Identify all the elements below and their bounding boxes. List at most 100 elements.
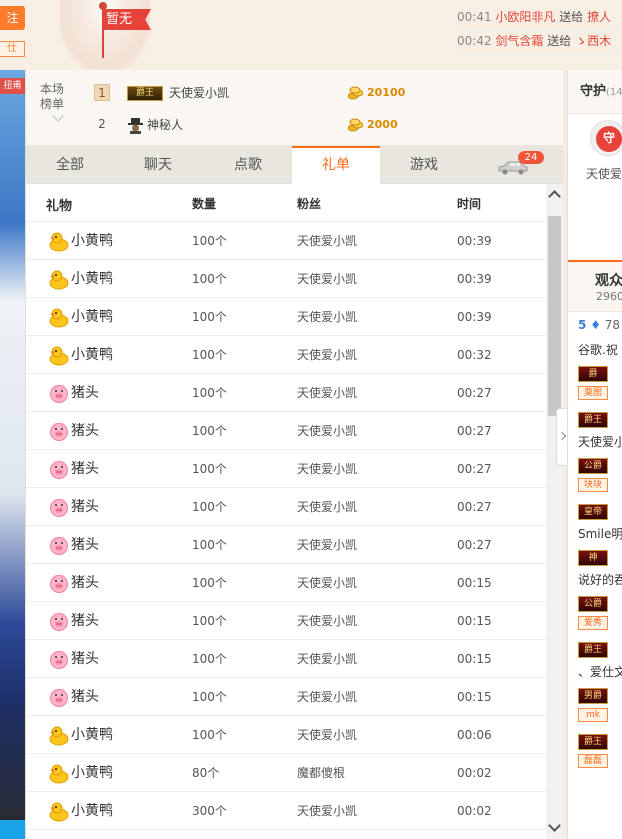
audience-item[interactable]: 5 ♦ 78 谷歌.祝 [578, 314, 622, 360]
gift-time: 00:27 [457, 386, 492, 400]
gift-log-user[interactable]: 小欧阳非凡 [495, 10, 555, 24]
fan-name[interactable]: 天使爱小凯 [297, 260, 357, 298]
diamond-icon: ♦ [590, 318, 601, 332]
gift-log-row: 00:42 剑气含霜 送给 ゝ西木 [457, 32, 622, 56]
rank-entry[interactable]: 2 神秘人 2000 [94, 112, 534, 138]
rank-name[interactable]: 神秘人 [147, 112, 183, 138]
fan-name[interactable]: 天使爱小凯 [297, 564, 357, 602]
rank-title[interactable]: 本场 榜单 [40, 82, 80, 112]
fan-badge: 磊磊 [578, 754, 608, 768]
gift-log-user[interactable]: 剑气含霜 [495, 34, 543, 48]
column-header-qty: 数量 [192, 197, 217, 211]
gift-qty: 100个 [192, 538, 227, 552]
fan-name[interactable]: 天使爱小凯 [297, 336, 357, 374]
pig-icon [50, 423, 68, 441]
car-count-badge: 24 [518, 151, 544, 164]
rank-badge-icon: 爵王 [578, 734, 608, 750]
gift-time: 00:27 [457, 538, 492, 552]
gift-time: 00:15 [457, 690, 492, 704]
gift-qty: 100个 [192, 500, 227, 514]
pig-icon [50, 575, 68, 593]
audience-item[interactable]: 男爵 mk [578, 682, 622, 728]
tab-chat[interactable]: 聊天 [114, 146, 202, 184]
audience-header: 观众 2960 [568, 260, 622, 312]
audience-item[interactable]: 皇帝 Smile明 [578, 498, 622, 544]
fan-name[interactable]: 魔都傻根 [297, 754, 345, 792]
audience-item[interactable]: 爵奠图 [578, 360, 622, 406]
gift-name: 小黄鸭 [71, 271, 113, 287]
video-player[interactable]: 扭甫 [0, 70, 25, 839]
rank-number: 2 [98, 117, 106, 131]
gift-name: 猪头 [71, 423, 99, 439]
fan-name[interactable]: 天使爱小凯 [297, 830, 357, 839]
gift-panel: 本场 榜单 1 爵王 天使爱小凯 20100 2 神秘人 2000 全部 聊天 … [25, 70, 563, 839]
pig-icon [50, 651, 68, 669]
rank-name[interactable]: 天使爱小凯 [169, 80, 229, 106]
guard-avatar[interactable]: 守 [590, 120, 622, 156]
scroll-up-icon[interactable] [548, 190, 561, 203]
audience-message: 、爱仕文 [578, 665, 622, 679]
tab-bar: 全部 聊天 点歌 礼单 游戏 24 [26, 146, 563, 184]
follow-button[interactable]: 注 [0, 6, 25, 30]
gift-time: 00:39 [457, 310, 492, 324]
guard-badge-icon: 守 [596, 126, 622, 152]
audience-item[interactable]: 公爵 爱秀 [578, 590, 622, 636]
audience-item[interactable]: 神说好的吞 [578, 544, 622, 590]
gift-log-target[interactable]: ゝ西木 [575, 34, 611, 48]
duck-icon [49, 802, 69, 822]
rank-badge-icon: 神 [578, 550, 608, 566]
audience-item[interactable]: 公爵 块块 [578, 452, 622, 498]
fan-badge: 奠图 [578, 386, 608, 400]
fan-badge: 爱秀 [578, 616, 608, 630]
tab-all[interactable]: 全部 [26, 146, 114, 184]
rank-score: 2000 [367, 118, 398, 131]
gift-name: 猪头 [71, 537, 99, 553]
video-control-bar[interactable] [0, 820, 25, 839]
rank-badge-icon: 爵王 [578, 412, 608, 428]
scroll-thumb[interactable] [548, 216, 561, 416]
scrollbar[interactable] [546, 184, 563, 839]
fan-name[interactable]: 天使爱小凯 [297, 450, 357, 488]
tab-game[interactable]: 游戏 [380, 146, 468, 184]
table-row: 小黄鸭 80个 魔都傻根 00:02 [26, 754, 546, 792]
mystery-man-icon [128, 118, 143, 134]
scroll-down-icon[interactable] [548, 819, 561, 832]
audience-item[interactable]: 爵王 磊磊 [578, 728, 622, 774]
rank-entry[interactable]: 1 爵王 天使爱小凯 20100 [94, 80, 534, 106]
sidebar-toggle[interactable] [556, 408, 567, 466]
gift-name: 小黄鸭 [71, 803, 113, 819]
gift-qty: 300个 [192, 804, 227, 818]
tab-gift-list[interactable]: 礼单 [292, 146, 380, 184]
fan-name[interactable]: 天使爱小凯 [297, 526, 357, 564]
audience-item[interactable]: 爵王 、爱仕文 [578, 636, 622, 682]
fan-name[interactable]: 天使爱小凯 [297, 412, 357, 450]
gift-name: 猪头 [71, 461, 99, 477]
table-row: 小黄鸭 100个 天使爱小凯 00:39 [26, 298, 546, 336]
fan-name[interactable]: 天使爱小凯 [297, 222, 357, 260]
fan-name[interactable]: 天使爱小凯 [297, 488, 357, 526]
pig-icon [50, 461, 68, 479]
guard-name[interactable]: 天使爱 [586, 165, 622, 182]
tab-song[interactable]: 点歌 [204, 146, 292, 184]
fan-name[interactable]: 天使爱小凯 [297, 602, 357, 640]
table-row: 猪头 100个 天使爱小凯 00:15 [26, 678, 546, 716]
gift-qty: 100个 [192, 690, 227, 704]
fan-name[interactable]: 天使爱小凯 [297, 298, 357, 336]
fan-name[interactable]: 天使爱小凯 [297, 716, 357, 754]
fan-name[interactable]: 天使爱小凯 [297, 374, 357, 412]
fan-name[interactable]: 天使爱小凯 [297, 640, 357, 678]
gift-name: 猪头 [71, 651, 99, 667]
fan-name[interactable]: 天使爱小凯 [297, 678, 357, 716]
gift-log-target[interactable]: 撩人 [587, 10, 611, 24]
gift-name: 猪头 [71, 613, 99, 629]
duck-icon [49, 308, 69, 328]
gift-qty: 100个 [192, 310, 227, 324]
gift-qty: 100个 [192, 576, 227, 590]
flag-label: 暂无 [103, 9, 151, 30]
audience-item[interactable]: 爵王 天使爱小 [578, 406, 622, 452]
chevron-down-icon[interactable] [52, 110, 64, 122]
fan-name[interactable]: 天使爱小凯 [297, 792, 357, 830]
gift-name: 小黄鸭 [71, 830, 113, 839]
follow-sub-badge: 仕 [0, 41, 25, 57]
audience-level: 5 ♦ 78 [578, 318, 621, 332]
